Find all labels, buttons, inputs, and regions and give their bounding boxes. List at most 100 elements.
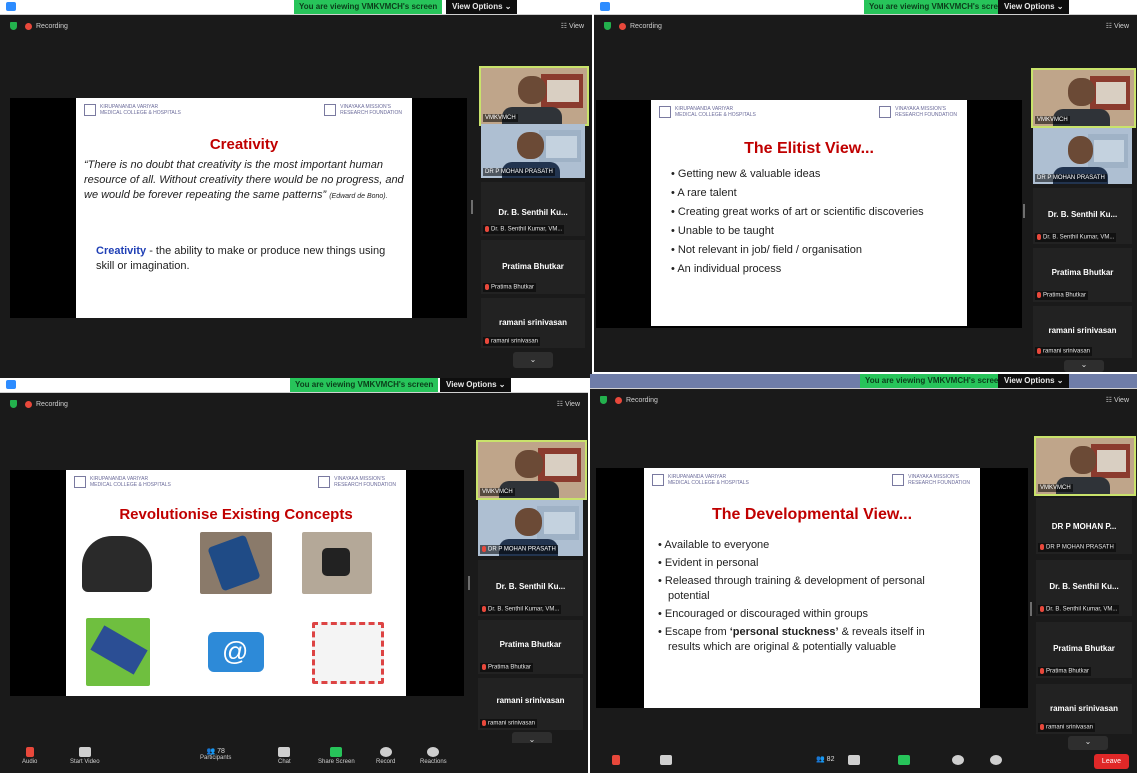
video-tile-vmkvmch[interactable]: VMKVMCH [1034,436,1136,496]
participant-tile[interactable]: Pratima Bhutkar Pratima Bhutkar [481,240,585,294]
scroll-down-button[interactable]: ⌄ [1064,360,1104,372]
view-label: View [1113,23,1129,30]
view-options-button[interactable]: View Options ⌄ [446,0,518,14]
slide-title: Creativity [209,136,279,153]
share-screen-button[interactable] [898,755,910,767]
participant-tile[interactable]: Dr. B. Senthil Ku... Dr. B. Senthil Kuma… [1033,188,1132,244]
video-name: DR P MOHAN PRASATH [480,545,558,554]
audio-button[interactable] [612,755,620,767]
bullet-text: A rare talent [677,187,737,199]
logo-left-line2: MEDICAL COLLEGE & HOSPITALS [90,482,171,488]
meeting-window-3: You are viewing VMKVMCH's screen View Op… [0,378,588,773]
participant-tile[interactable]: ramani srinivasan ramani srinivasan [478,678,583,730]
chat-button[interactable]: Chat [278,747,291,765]
participant-name: Pratima Bhutkar [502,262,564,271]
screen-share-banner: You are viewing VMKVMCH's screen [294,0,443,14]
participant-sub: ramani srinivasan [1043,349,1091,355]
definition: Creativity - the ability to make or prod… [96,244,396,274]
mic-muted-icon [482,720,486,727]
panel-resize-handle[interactable] [468,576,470,590]
bullet-item: • Unable to be taught [671,225,774,237]
view-options-button[interactable]: View Options ⌄ [998,0,1070,14]
participant-tile[interactable]: Dr. B. Senthil Ku... Dr. B. Senthil Kuma… [481,182,585,236]
view-button[interactable]: ☷ View [561,22,584,30]
meeting-toolbar: 👥 82 Leave [590,751,1137,773]
meeting-toolbar: Audio Start Video 👥 78 Participants Chat … [0,743,588,773]
slide-title: The Elitist View... [744,140,874,157]
slide: KIRUPANANDA VARIYAR MEDICAL COLLEGE & HOS… [66,470,406,696]
view-label: View [568,23,584,30]
recording-indicator: Recording [10,22,68,30]
bullet-item: • A rare talent [671,187,737,199]
mic-muted-icon [1037,348,1041,355]
view-button[interactable]: ☷ View [557,400,580,408]
college-logo: KIRUPANANDA VARIYAR MEDICAL COLLEGE & HOS… [74,476,171,488]
scroll-down-button[interactable]: ⌄ [1068,736,1108,750]
screen-share-banner: You are viewing VMKVMCH's screen [864,0,1013,14]
participants-button[interactable]: 👥 78 Participants [200,747,231,761]
participant-tile[interactable]: Pratima Bhutkar Pratima Bhutkar [478,620,583,674]
participant-name: Pratima Bhutkar [1051,268,1114,277]
reactions-button[interactable]: Reactions [420,747,447,765]
video-tile-vmkvmch[interactable]: VMKVMCH [479,66,589,126]
video-tile-mohan[interactable]: DR P MOHAN PRASATH [478,500,583,556]
start-video-button[interactable]: Start Video [70,747,100,765]
mic-muted-icon [1040,606,1044,613]
scroll-down-button[interactable]: ⌄ [513,352,553,368]
video-tile-vmkvmch[interactable]: VMKVMCH [1031,68,1136,128]
reactions-button[interactable] [990,755,1002,767]
email-image: @ [202,622,270,682]
start-video-button[interactable] [660,755,672,767]
panel-resize-handle[interactable] [471,200,473,214]
panel-resize-handle[interactable] [1023,204,1025,218]
view-button[interactable]: ☷ View [1106,22,1129,30]
participant-tile[interactable]: ramani srinivasan ramani srinivasan [1036,684,1132,734]
record-dot-icon [615,396,622,404]
participant-name: Pratima Bhutkar [1053,644,1115,653]
leave-button[interactable]: Leave [1093,754,1129,769]
chat-button[interactable] [848,755,860,767]
meeting-window-2: You are viewing VMKVMCH's screen View Op… [594,0,1137,372]
bullet-text: Escape from [664,626,730,638]
participant-tile[interactable]: ramani srinivasan ramani srinivasan [1033,306,1132,358]
toolbar-label: Audio [22,759,38,765]
microphone-icon [612,755,620,765]
screen-share-banner: You are viewing VMKVMCH's screen [290,378,439,392]
view-options-button[interactable]: View Options ⌄ [440,378,512,392]
college-logo: KIRUPANANDA VARIYAR MEDICAL COLLEGE & HOS… [652,474,749,486]
logo-right-line2: RESEARCH FOUNDATION [895,112,957,118]
participant-sub: Pratima Bhutkar [491,285,535,291]
panel-resize-handle[interactable] [1030,602,1032,616]
participants-button[interactable]: 👥 82 [816,755,834,763]
smartwatch-image [302,532,372,594]
bullet-list: • Available to everyone • Evident in per… [658,538,958,655]
participant-tile[interactable]: Dr. B. Senthil Ku... Dr. B. Senthil Kuma… [478,560,583,616]
logo-left-line2: MEDICAL COLLEGE & HOSPITALS [668,480,749,486]
toolbar-label: Start Video [70,759,100,765]
participant-tile[interactable]: Pratima Bhutkar Pratima Bhutkar [1033,248,1132,302]
recording-label: Recording [36,400,68,408]
video-tile-mohan[interactable]: DR P MOHAN PRASATH [1033,128,1132,184]
logo-right-line2: RESEARCH FOUNDATION [908,480,970,486]
participant-tile[interactable]: Pratima Bhutkar Pratima Bhutkar [1036,622,1132,678]
participant-label: Dr. B. Senthil Kumar, VM... [1035,233,1117,242]
record-button[interactable]: Record [376,747,395,765]
audio-button[interactable]: Audio [22,747,37,765]
toolbar-label: Record [376,759,396,765]
bullet-item: • Getting new & valuable ideas [671,168,821,180]
participant-tile[interactable]: Dr. B. Senthil Ku... Dr. B. Senthil Kuma… [1036,560,1132,616]
mic-muted-icon [1037,234,1041,241]
video-tile-vmkvmch[interactable]: VMKVMCH [476,440,587,500]
view-options-button[interactable]: View Options ⌄ [998,374,1070,388]
video-name: DR P MOHAN PRASATH [483,168,555,176]
participant-tile[interactable]: DR P MOHAN P... DR P MOHAN PRASATH [1036,498,1132,554]
record-button[interactable] [952,755,964,767]
participant-tile[interactable]: ramani srinivasan ramani srinivasan [481,298,585,348]
view-button[interactable]: ☷ View [1106,396,1129,404]
participant-name: Dr. B. Senthil Ku... [498,208,568,217]
quote-author: (Edward de Bono). [329,193,388,200]
toolbar-label: Reactions [420,759,447,765]
record-icon [379,747,392,757]
share-screen-button[interactable]: Share Screen [318,747,355,765]
video-tile-mohan[interactable]: DR P MOHAN PRASATH [481,124,585,178]
